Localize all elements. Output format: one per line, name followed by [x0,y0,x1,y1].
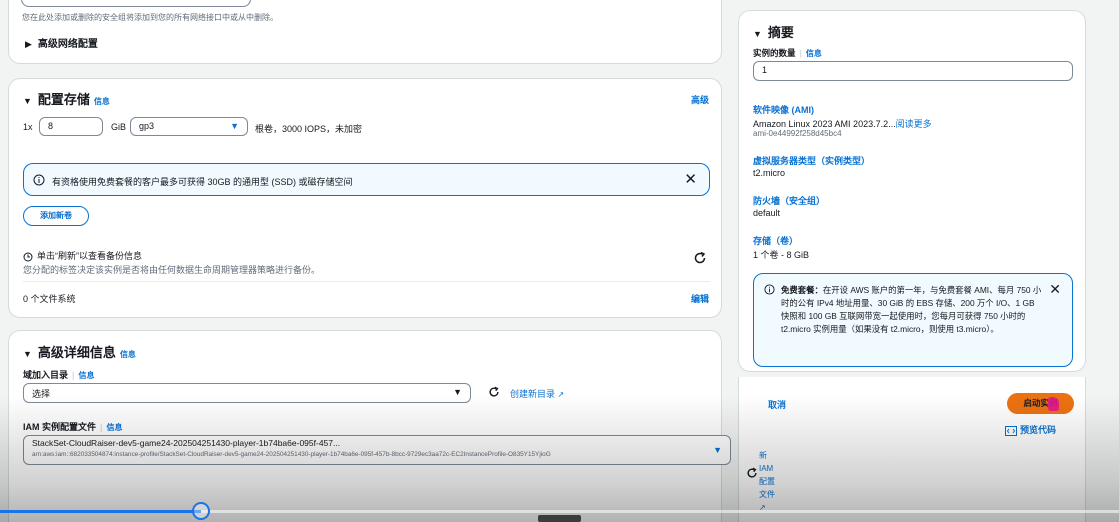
info-circle-icon [764,284,775,295]
info-circle-icon [33,174,45,186]
server-type-value: t2.micro [753,168,786,178]
firewall-value: default [753,208,781,218]
volume-prefix: 1x [23,122,33,132]
volume-unit: GiB [111,122,127,132]
summary-title: 摘要 [767,25,794,40]
free-tier-summary-alert: 免费套餐：在开设 AWS 账户的第一年，与免费套餐 AMI、每月 750 小时的… [753,273,1073,367]
instances-count-input[interactable]: 1 [753,61,1073,81]
advanced-details-panel: ▼ 高级详细信息 信息 域加入目录 | 信息 选择 ▼ 创建新目录 ↗ IAM 实例配置… [8,330,731,522]
network-settings-panel: 您在此处添加或删除的安全组将添加到您的所有网络接口中或从中删除。 ▶ 高级网络配置 [8,0,722,64]
storage-summary-value: 1 个卷 - 8 GiB [753,250,810,260]
iam-profile-select[interactable]: StackSet-CloudRaiser-dev5-game24-2025042… [23,435,731,465]
file-systems-count: 0 个文件系统 [23,294,76,304]
iam-profile-value: StackSet-CloudRaiser-dev5-game24-2025042… [32,438,341,448]
iam-info-link[interactable]: 信息 [107,423,123,432]
storage-panel: ▼ 配置存储 信息 高级 1x 8 GiB gp3 ▼ 根卷，3000 IOPS，未… [8,78,722,318]
caret-down-icon[interactable]: ▼ [23,96,32,106]
backup-title: 单击“刷新”以查看备份信息 [37,251,142,261]
software-image-label[interactable]: 软件映像 (AMI) [753,103,814,116]
ami-id: ami-0e44992f258d45bc4 [753,129,842,138]
domain-directory-select[interactable]: 选择 ▼ [23,383,471,403]
storage-header: ▼ 配置存储 信息 [23,89,110,108]
new-iam-profile-refresh-icon[interactable] [746,467,758,479]
firewall-label[interactable]: 防火墙（安全组） [753,194,825,207]
storage-summary-label[interactable]: 存储（卷） [753,234,798,247]
instances-label: 实例的数量 | 信息 [753,48,822,58]
volume-description: 根卷，3000 IOPS，未加密 [255,124,363,134]
code-icon [1005,425,1017,436]
preview-code-link[interactable]: 预览代码 [1005,423,1056,436]
instances-info-link[interactable]: 信息 [806,49,822,58]
cancel-button[interactable]: 取消 [768,398,786,411]
summary-panel: ▼ 摘要 实例的数量 | 信息 1 软件映像 (AMI) Amazon Linux 2… [738,10,1086,372]
cursor-pointer [1048,397,1059,411]
storage-title: 配置存储 [37,92,90,107]
caret-down-icon: ▼ [23,349,32,359]
advanced-details-info-link[interactable]: 信息 [120,350,136,359]
summary-header[interactable]: ▼ 摘要 [753,22,794,41]
video-progress-fill [0,510,201,513]
advanced-details-title: 高级详细信息 [37,345,116,360]
advanced-network-toggle[interactable]: ▶ 高级网络配置 [25,35,98,50]
domain-info-link[interactable]: 信息 [79,371,95,380]
storage-info-link[interactable]: 信息 [94,97,110,106]
refresh-icon[interactable] [693,251,707,265]
volume-type-select[interactable]: gp3 ▼ [130,117,248,136]
caret-down-icon: ▼ [753,29,762,39]
create-new-directory-link[interactable]: 创建新目录 ↗ [510,387,564,400]
launch-instance-button[interactable]: 启动实例 [1007,393,1074,414]
backup-refresh-row: 单击“刷新”以查看备份信息 [23,249,142,262]
alert-text: 有资格使用免费套餐的客户最多可获得 30GB 的通用型 (SSD) 或磁存储空间 [52,177,353,187]
server-type-label[interactable]: 虚拟服务器类型（实例类型） [753,154,870,167]
close-icon[interactable]: ✕ [684,170,697,188]
video-timeline-marker [538,515,581,522]
external-link-icon: ↗ [557,390,565,399]
advanced-details-header[interactable]: ▼ 高级详细信息 信息 [23,342,136,361]
dropdown-caret-icon: ▼ [713,445,722,455]
backup-description: 您分配的标签决定该实例是否将由任何数据生命周期管理器策略进行备份。 [23,265,321,275]
free-tier-text: 免费套餐：在开设 AWS 账户的第一年，与免费套餐 AMI、每月 750 小时的… [781,285,1042,334]
caret-right-icon: ▶ [25,39,32,49]
domain-join-label: 域加入目录 | 信息 [23,370,95,380]
video-progress-handle[interactable] [192,502,210,520]
free-tier-storage-alert: 有资格使用免费套餐的客户最多可获得 30GB 的通用型 (SSD) 或磁存储空间… [23,163,710,196]
summary-actions-panel: 取消 启动实例 预览代码 [738,377,1086,522]
security-group-hint: 您在此处添加或删除的安全组将添加到您的所有网络接口中或从中删除。 [22,13,278,22]
iam-profile-label: IAM 实例配置文件 | 信息 [23,422,123,432]
divider [23,281,710,282]
create-new-iam-profile-link[interactable]: 新 IAM 配置 文件 ↗ [759,449,781,514]
add-volume-button[interactable]: 添加新卷 [23,206,89,226]
file-systems-edit-link[interactable]: 编辑 [691,292,709,305]
security-group-select-partial[interactable] [21,0,251,7]
clock-icon [23,252,33,262]
dropdown-caret-icon: ▼ [453,387,462,397]
read-more-link[interactable]: 阅读更多 [896,119,932,129]
volume-size-input[interactable]: 8 [39,117,103,136]
close-icon[interactable]: ✕ [1049,281,1061,298]
iam-profile-arn: arn:aws:iam::682033504874:instance-profi… [32,451,551,458]
dropdown-caret-icon: ▼ [230,121,239,131]
refresh-icon[interactable] [488,386,500,398]
storage-advanced-link[interactable]: 高级 [691,93,709,106]
